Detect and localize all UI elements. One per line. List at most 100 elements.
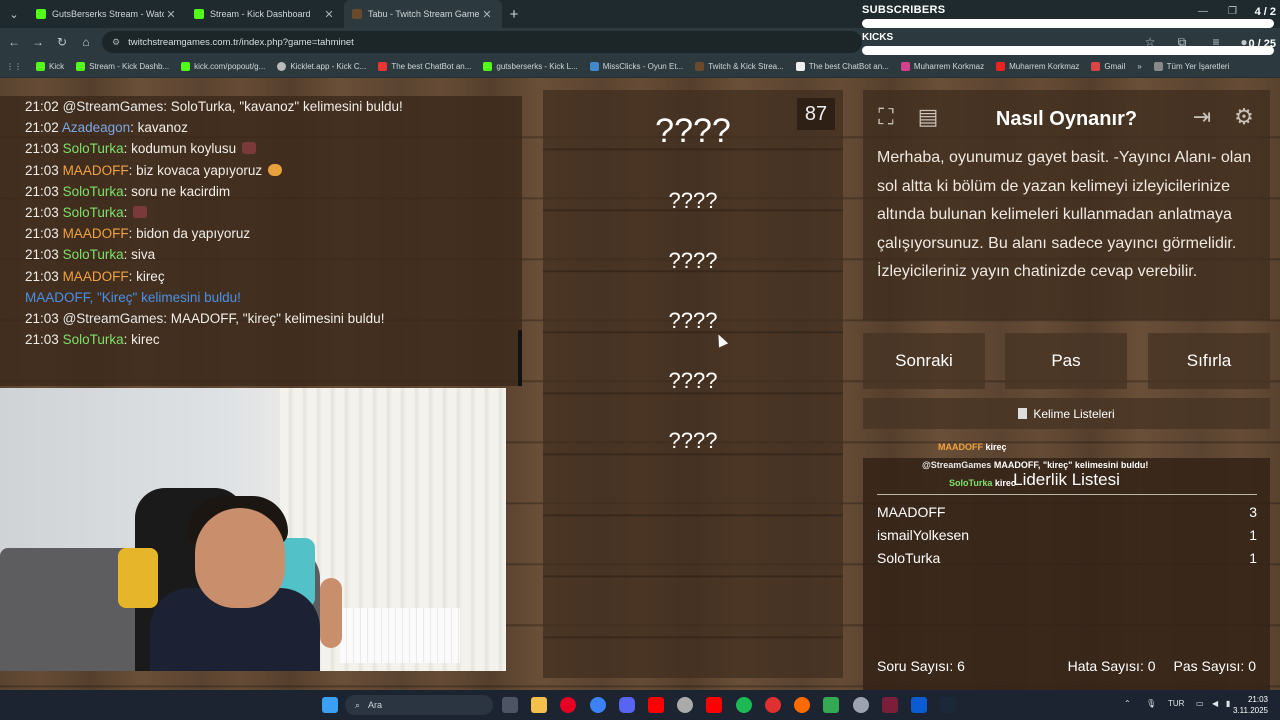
overlay-msg: kirec [994,478,1016,488]
chat-time: 21:03 [25,311,59,327]
close-icon[interactable]: ✕ [480,8,494,21]
close-icon[interactable]: ✕ [164,8,178,21]
chat-username[interactable]: MAADOFF [63,226,129,241]
bookmark-item[interactable]: Kick [36,62,64,71]
forward-arrow-icon[interactable]: → [26,35,50,49]
chrome-icon[interactable] [590,697,606,713]
gear-icon[interactable]: ⚙ [1229,102,1259,132]
taskbar-search-input[interactable]: ⌕ Ara [345,695,493,715]
tabu-icon [352,9,362,19]
gmail-icon [1091,62,1101,71]
game-stats: Soru Sayısı: 6 Hata Sayısı: 0 Pas Sayısı… [877,658,1256,674]
word-lists-label: Kelime Listeleri [1033,406,1115,421]
discord-icon[interactable] [619,697,635,713]
google-drive-icon[interactable] [823,697,839,713]
site-info-icon[interactable]: ⚙ [112,37,120,48]
pass-button[interactable]: Pas [1005,333,1127,389]
bookmark-item[interactable]: Kicklet.app - Kick C... [277,62,366,71]
chevron-up-icon[interactable]: ⌃ [1124,699,1131,708]
chat-text: : SoloTurka, "kavanoz" kelimesini buldu! [163,99,403,114]
chat-username[interactable]: SoloTurka [63,184,124,199]
bookmark-item[interactable]: The best ChatBot an... [795,62,889,71]
youtube-music-icon[interactable] [706,697,722,713]
bookmark-item[interactable]: Gmail [1091,62,1125,71]
tab-tabu[interactable]: Tabu - Twitch Stream Game ✕ [344,0,502,28]
bookmark-item[interactable]: Muharrem Korkmaz [996,62,1079,71]
tab-kick-dashboard[interactable]: Stream - Kick Dashboard ✕ [186,0,344,28]
chat-text: : biz kovaca yapıyoruz [128,162,263,178]
media-player-icon[interactable] [765,697,781,713]
pinterest-icon[interactable] [560,697,576,713]
capcut-icon[interactable] [882,697,898,713]
overlay-chat-line: SoloTurka kirec [910,474,1148,492]
spotify-icon[interactable] [736,697,752,713]
bookmark-item[interactable]: MissClicks - Oyun Et... [589,62,683,71]
bookmark-item[interactable]: Muharrem Korkmaz [900,62,984,71]
obs-icon[interactable] [677,697,693,713]
chat-message: 21:03 MAADOFF: kireç [0,266,522,287]
bookmark-item[interactable]: Stream - Kick Dashb... [76,62,169,71]
overlay-user: SoloTurka [949,478,993,488]
volume-icon[interactable]: ◀ [1212,699,1218,708]
chat-message: MAADOFF, "Kireç" kelimesini buldu! [0,287,522,308]
kick-icon [76,62,86,71]
reload-icon[interactable]: ↻ [50,35,74,49]
language-indicator[interactable]: TUR [1168,699,1184,708]
chat-username[interactable]: MAADOFF [63,163,129,178]
network-icon[interactable]: ▭ [1196,699,1204,708]
file-explorer-icon[interactable] [531,697,547,713]
back-arrow-icon[interactable]: ← [2,35,26,49]
chat-time: 21:02 [25,120,59,136]
tab-gutsberserks[interactable]: GutsBerserks Stream - Watch L ✕ [28,0,186,28]
more-bookmarks-button[interactable]: » [1137,62,1141,71]
taskbar-clock[interactable]: 21:03 3.11.2025 [1233,694,1268,716]
apps-grid-icon[interactable]: ⋮⋮ [6,62,22,71]
task-view-icon[interactable] [502,697,518,713]
word-lists-button[interactable]: Kelime Listeleri [863,398,1270,429]
chat-username[interactable]: Azadeagon [62,120,130,135]
home-icon[interactable]: ⌂ [74,35,98,49]
all-bookmarks-folder[interactable]: Tüm Yer İşaretleri [1153,62,1229,71]
player-name: MAADOFF [877,504,946,520]
new-tab-button[interactable]: + [502,6,526,23]
close-icon[interactable]: ✕ [322,8,336,21]
overlay-msg: MAADOFF, "kireç" kelimesini buldu! [993,460,1149,470]
chat-time: 21:03 [25,247,59,263]
chat-username[interactable]: SoloTurka [63,332,124,347]
youtube-icon[interactable] [648,697,664,713]
logout-icon[interactable]: ⇥ [1187,102,1217,132]
kicklet-icon [277,62,287,71]
overlay-user: @StreamGames [922,460,992,470]
bookmark-label: Twitch & Kick Strea... [708,62,784,71]
photoshop-icon[interactable] [911,697,927,713]
brave-icon[interactable] [794,697,810,713]
leaderboard-panel: Liderlik Listesi MAADOFF 3 ismailYolkese… [863,458,1270,690]
tab-search-icon[interactable]: ⌄ [0,0,28,28]
chat-scrollbar[interactable] [518,330,522,386]
chat-username[interactable]: @StreamGames [63,99,164,114]
reset-button[interactable]: Sıfırla [1148,333,1270,389]
bookmark-item[interactable]: Twitch & Kick Strea... [695,62,784,71]
bookmark-item[interactable]: kick.com/popout/g... [181,62,265,71]
windows-start-icon[interactable] [322,697,338,713]
url-text: twitchstreamgames.com.tr/index.php?game=… [128,36,354,48]
speedtest-icon[interactable] [853,697,869,713]
overlay-user: MAADOFF [938,442,983,452]
battery-icon[interactable]: ▮ [1226,699,1230,708]
chat-username[interactable]: SoloTurka [63,247,124,262]
chat-username[interactable]: @StreamGames [63,311,164,326]
bookmark-label: Stream - Kick Dashb... [89,62,170,71]
bookmark-item[interactable]: gutsberserks - Kick L... [483,62,578,71]
chat-username[interactable]: SoloTurka [63,141,124,156]
chat-panel: 21:02 @StreamGames: SoloTurka, "kavanoz"… [0,96,522,386]
steam-icon[interactable] [940,697,956,713]
bookmark-item[interactable]: The best ChatBot an... [378,62,471,71]
taboo-word: ???? [668,248,718,273]
how-to-play-panel: ⛶ ▤ Nasıl Oynanır? ⇥ ⚙ Merhaba, oyunumuz… [863,90,1270,320]
microphone-icon[interactable]: 🎙 [1146,699,1156,708]
chat-username[interactable]: MAADOFF [63,269,129,284]
next-button[interactable]: Sonraki [863,333,985,389]
chat-username[interactable]: SoloTurka [63,205,124,220]
chat-text: : kireç [128,268,165,284]
url-input[interactable]: ⚙ twitchstreamgames.com.tr/index.php?gam… [102,31,862,53]
